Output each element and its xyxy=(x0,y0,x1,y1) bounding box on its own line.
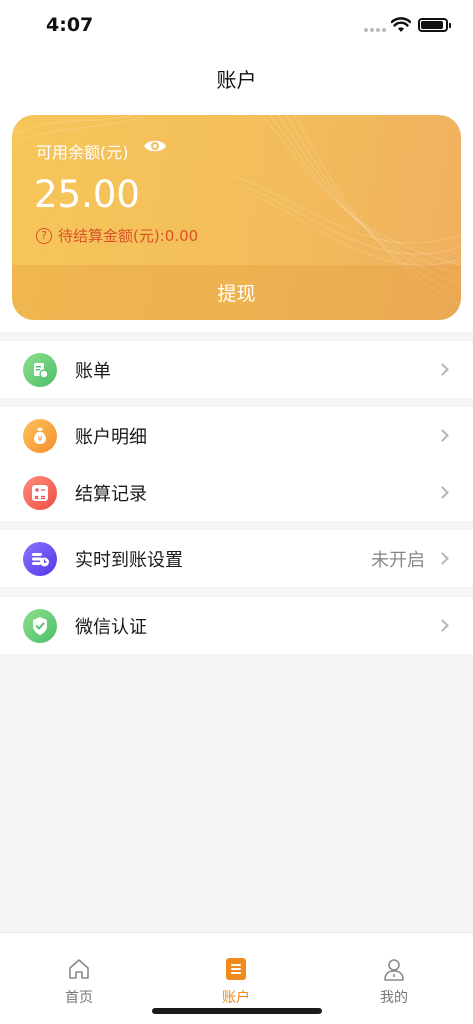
tab-home[interactable]: 首页 xyxy=(29,943,129,1006)
menu-item-label: 实时到账设置 xyxy=(75,549,183,571)
chevron-right-icon xyxy=(436,552,449,565)
menu-group-wechat: 微信认证 xyxy=(0,597,473,654)
withdraw-label: 提现 xyxy=(217,283,256,305)
balance-card: 可用余额(元) 25.00 ? 待结算金额(元):0.00 提现 xyxy=(12,115,461,320)
tab-account[interactable]: 账户 xyxy=(186,943,286,1006)
home-indicator xyxy=(152,1008,322,1014)
menu-item-settlement-records[interactable]: 结算记录 xyxy=(0,464,473,521)
menu-group-bill: 账单 xyxy=(0,341,473,398)
tab-label: 账户 xyxy=(222,990,250,1006)
menu-item-bill[interactable]: 账单 xyxy=(0,341,473,398)
bill-icon xyxy=(23,352,57,387)
question-icon[interactable]: ? xyxy=(36,227,52,244)
chevron-right-icon xyxy=(436,619,449,632)
status-time: 4:07 xyxy=(46,14,94,36)
menu-item-label: 账户明细 xyxy=(75,426,147,448)
top-section: 4:07 账户 可用余额(元) 25.00 ? 待结算金额(元):0.00 提现 xyxy=(0,0,473,332)
menu-item-realtime-settings[interactable]: 实时到账设置 未开启 xyxy=(0,530,473,587)
withdraw-button[interactable]: 提现 xyxy=(12,265,461,320)
coins-clock-icon xyxy=(23,541,57,576)
available-balance-label: 可用余额(元) xyxy=(36,143,129,162)
tab-label: 我的 xyxy=(380,990,408,1006)
realtime-status-value: 未开启 xyxy=(371,549,425,571)
menu-item-wechat-verification[interactable]: 微信认证 xyxy=(0,597,473,654)
home-icon xyxy=(69,959,89,979)
signal-icon xyxy=(364,28,386,33)
account-icon xyxy=(226,958,246,980)
menu-group-realtime: 实时到账设置 未开启 xyxy=(0,530,473,587)
chevron-right-icon xyxy=(436,363,449,376)
tab-label: 首页 xyxy=(65,990,93,1006)
eye-icon[interactable] xyxy=(143,137,167,155)
menu-item-label: 微信认证 xyxy=(75,616,147,638)
menu-item-label: 账单 xyxy=(75,360,111,382)
money-bag-icon: ¥ xyxy=(23,418,57,453)
user-icon xyxy=(384,959,404,981)
battery-icon xyxy=(418,18,451,32)
page-title: 账户 xyxy=(216,68,257,92)
wifi-icon xyxy=(391,17,411,32)
chevron-right-icon xyxy=(436,429,449,442)
menu-item-account-detail[interactable]: ¥ 账户明细 xyxy=(0,407,473,464)
tab-mine[interactable]: 我的 xyxy=(344,943,444,1006)
status-bar: 4:07 xyxy=(0,0,473,50)
calculator-icon xyxy=(23,475,57,510)
pending-settlement-text: 待结算金额(元):0.00 xyxy=(58,227,199,245)
chevron-right-icon xyxy=(436,486,449,499)
menu-item-label: 结算记录 xyxy=(75,483,147,505)
pending-settlement: ? 待结算金额(元):0.00 xyxy=(36,225,198,246)
available-balance-amount: 25.00 xyxy=(34,173,140,216)
shield-check-icon xyxy=(23,608,57,643)
svg-text:¥: ¥ xyxy=(37,434,42,443)
menu-group-records: ¥ 账户明细 结算记录 xyxy=(0,407,473,521)
